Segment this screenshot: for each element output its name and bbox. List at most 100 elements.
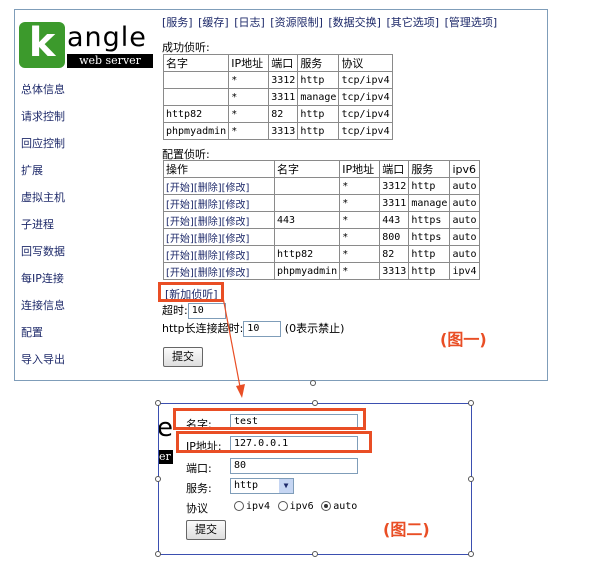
success-listen-label: 成功侦听: bbox=[162, 41, 210, 54]
cell: 443 bbox=[379, 211, 410, 229]
resize-handle[interactable] bbox=[468, 476, 474, 482]
radio-auto[interactable] bbox=[321, 501, 332, 511]
highlight-box-ip bbox=[176, 431, 372, 453]
cell: * bbox=[339, 262, 381, 280]
col-name: 名字 bbox=[273, 160, 341, 178]
resize-handle[interactable] bbox=[468, 400, 474, 406]
dialog-submit-button[interactable]: 提交 bbox=[186, 520, 226, 540]
edit-link[interactable]: [修改] bbox=[222, 234, 250, 245]
service-label: 服务: bbox=[186, 482, 212, 495]
ops-cell: [开始][删除][修改] bbox=[163, 177, 275, 195]
cell: * bbox=[228, 71, 270, 89]
sidebar-item-config[interactable]: 配置 bbox=[21, 323, 65, 350]
start-link[interactable]: [开始] bbox=[166, 234, 194, 245]
radio-ipv4[interactable] bbox=[234, 501, 244, 511]
rotate-handle[interactable] bbox=[310, 380, 316, 386]
cell: manage bbox=[297, 88, 340, 106]
cell: auto bbox=[449, 177, 480, 195]
cell: * bbox=[339, 194, 381, 212]
logo-fragment-bar: er bbox=[159, 450, 173, 464]
cell: tcp/ipv4 bbox=[338, 122, 394, 140]
cell: * bbox=[339, 245, 381, 263]
start-link[interactable]: [开始] bbox=[166, 268, 194, 279]
cell: * bbox=[228, 88, 270, 106]
cell: https bbox=[408, 228, 451, 246]
cell: * bbox=[228, 105, 270, 123]
chevron-down-icon[interactable]: ▼ bbox=[279, 479, 293, 493]
edit-link[interactable]: [修改] bbox=[222, 268, 250, 279]
highlight-box-name bbox=[173, 408, 366, 430]
keepalive-label: http长连接超时: bbox=[162, 322, 244, 335]
menu-data-exchange[interactable]: [数据交换] bbox=[328, 16, 381, 29]
menu-log[interactable]: [日志] bbox=[234, 16, 265, 29]
delete-link[interactable]: [删除] bbox=[194, 183, 222, 194]
service-selected-value: http bbox=[234, 480, 259, 491]
table-row: [开始][删除][修改] * 3312 http auto bbox=[163, 177, 480, 195]
submit-button[interactable]: 提交 bbox=[163, 347, 203, 367]
sidebar-item-subprocess[interactable]: 子进程 bbox=[21, 215, 65, 242]
menu-other-options[interactable]: [其它选项] bbox=[386, 16, 439, 29]
success-listen-table: 名字 IP地址 端口 服务 协议 * 3312 http tcp/ipv4 * … bbox=[162, 54, 394, 140]
resize-handle[interactable] bbox=[468, 551, 474, 557]
menu-cache[interactable]: [缓存] bbox=[198, 16, 229, 29]
edit-link[interactable]: [修改] bbox=[222, 251, 250, 262]
cell: auto bbox=[449, 194, 480, 212]
edit-link[interactable]: [修改] bbox=[222, 217, 250, 228]
start-link[interactable]: [开始] bbox=[166, 183, 194, 194]
delete-link[interactable]: [删除] bbox=[194, 200, 222, 211]
logo-k-icon: k bbox=[19, 22, 65, 68]
menu-resource-limit[interactable]: [资源限制] bbox=[270, 16, 323, 29]
ops-cell: [开始][删除][修改] bbox=[163, 245, 275, 263]
keepalive-input[interactable]: 10 bbox=[243, 321, 282, 337]
cell: http bbox=[408, 177, 451, 195]
table-row: phpmyadmin * 3313 http tcp/ipv4 bbox=[162, 122, 394, 140]
sidebar-item-writeback[interactable]: 回写数据 bbox=[21, 242, 65, 269]
sidebar-item-connections[interactable]: 连接信息 bbox=[21, 296, 65, 323]
resize-handle[interactable] bbox=[312, 400, 318, 406]
edit-link[interactable]: [修改] bbox=[222, 183, 250, 194]
delete-link[interactable]: [删除] bbox=[194, 251, 222, 262]
table-row: [开始][删除][修改] * 800 https auto bbox=[163, 228, 480, 246]
col-ip: IP地址 bbox=[228, 54, 270, 72]
col-port: 端口 bbox=[268, 54, 299, 72]
port-input[interactable]: 80 bbox=[230, 458, 358, 474]
start-link[interactable]: [开始] bbox=[166, 200, 194, 211]
config-listen-table: 操作 名字 IP地址 端口 服务 ipv6 [开始][删除][修改] * 331… bbox=[163, 160, 480, 280]
col-ip: IP地址 bbox=[339, 160, 381, 178]
sidebar-item-overview[interactable]: 总体信息 bbox=[21, 80, 65, 107]
table-row: http82 * 82 http tcp/ipv4 bbox=[162, 105, 394, 123]
delete-link[interactable]: [删除] bbox=[194, 234, 222, 245]
resize-handle[interactable] bbox=[312, 551, 318, 557]
start-link[interactable]: [开始] bbox=[166, 217, 194, 228]
resize-handle[interactable] bbox=[155, 551, 161, 557]
sidebar-item-import-export[interactable]: 导入导出 bbox=[21, 350, 65, 377]
radio-ipv6[interactable] bbox=[277, 501, 288, 511]
service-select[interactable]: http ▼ bbox=[230, 478, 294, 494]
col-protocol: 协议 bbox=[338, 54, 394, 72]
cell: ipv4 bbox=[449, 262, 480, 280]
resize-handle[interactable] bbox=[155, 400, 161, 406]
top-menu: [服务] [缓存] [日志] [资源限制] [数据交换] [其它选项] [管理选… bbox=[162, 14, 499, 30]
edit-link[interactable]: [修改] bbox=[222, 200, 250, 211]
logo-tagline: web server bbox=[67, 54, 153, 68]
delete-link[interactable]: [删除] bbox=[194, 217, 222, 228]
cell: 82 bbox=[379, 245, 410, 263]
cell: 3311 bbox=[268, 88, 299, 106]
start-link[interactable]: [开始] bbox=[166, 251, 194, 262]
menu-service[interactable]: [服务] bbox=[162, 16, 193, 29]
sidebar-item-request-control[interactable]: 请求控制 bbox=[21, 107, 65, 134]
sidebar-item-per-ip[interactable]: 每IP连接 bbox=[21, 269, 65, 296]
cell: http bbox=[297, 122, 340, 140]
cell: https bbox=[408, 211, 451, 229]
cell: 3312 bbox=[268, 71, 299, 89]
sidebar-item-extensions[interactable]: 扩展 bbox=[21, 161, 65, 188]
sidebar-item-response-control[interactable]: 回应控制 bbox=[21, 134, 65, 161]
protocol-radio-group: ipv4 ipv6 auto bbox=[230, 499, 357, 512]
sidebar-item-virtual-hosts[interactable]: 虚拟主机 bbox=[21, 188, 65, 215]
cell: auto bbox=[449, 245, 480, 263]
timeout-input[interactable]: 10 bbox=[187, 303, 226, 319]
port-label: 端口: bbox=[186, 462, 212, 475]
delete-link[interactable]: [删除] bbox=[194, 268, 222, 279]
resize-handle[interactable] bbox=[155, 476, 161, 482]
menu-admin-options[interactable]: [管理选项] bbox=[445, 16, 498, 29]
